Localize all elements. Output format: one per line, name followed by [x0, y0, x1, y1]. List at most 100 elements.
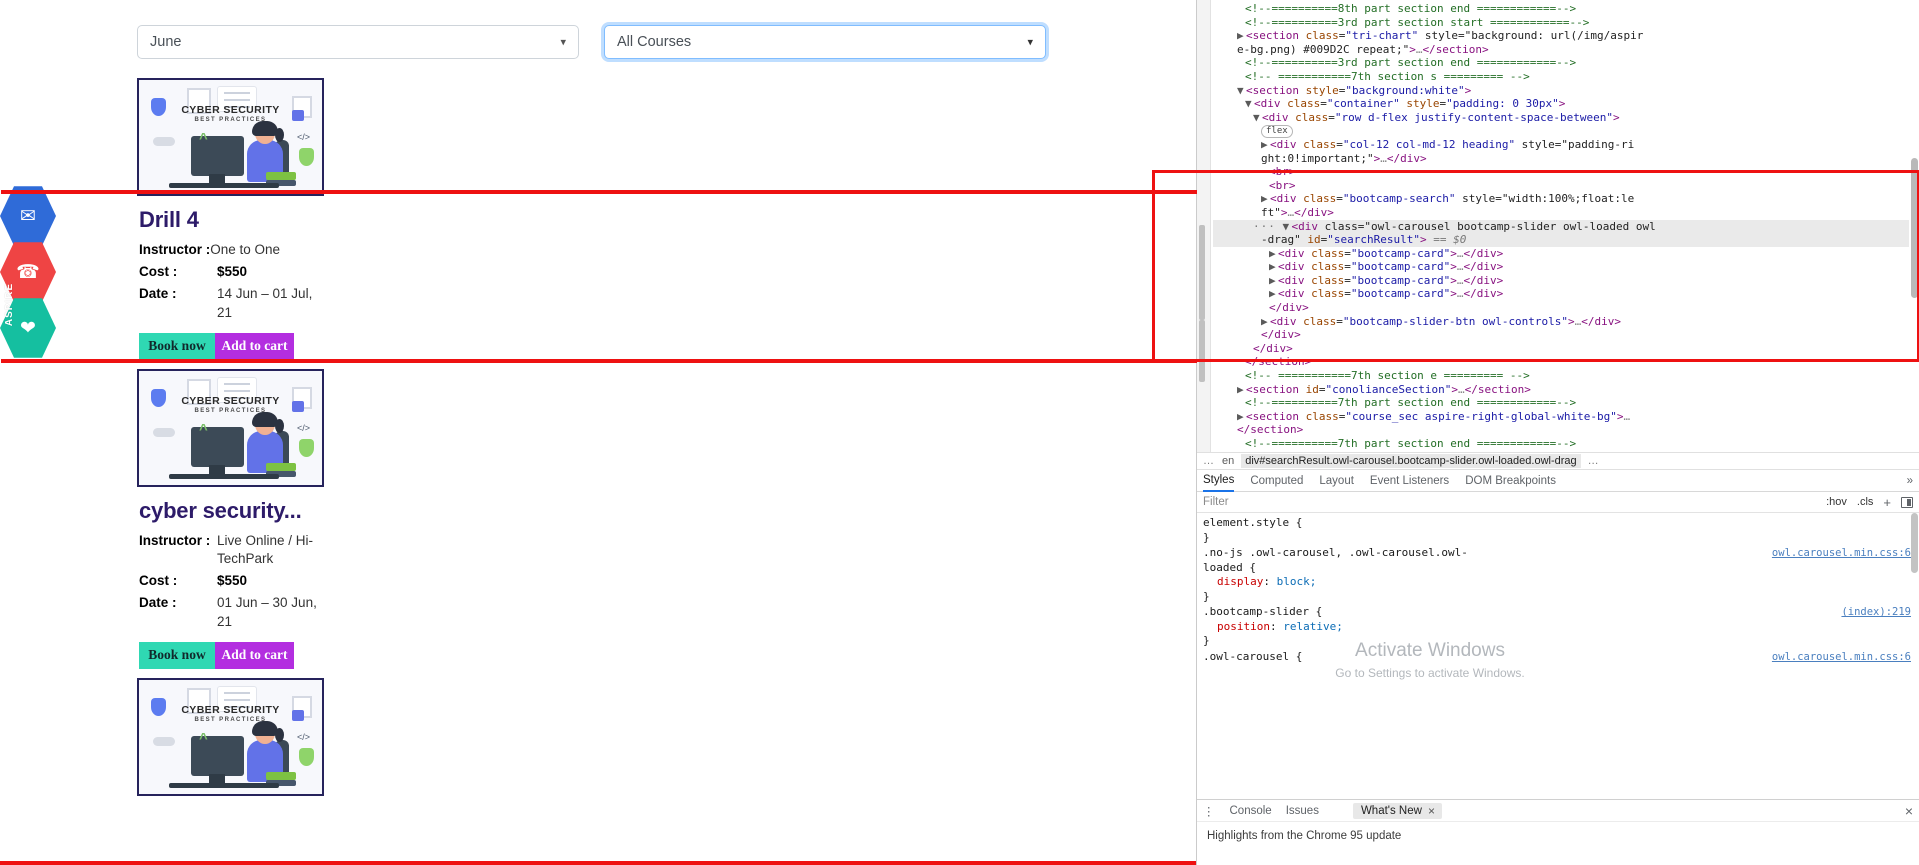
bootcamp-card[interactable]: CYBER SECURITY BEST PRACTICES </> ^ Dril… [137, 78, 324, 360]
declaration-property[interactable]: display [1203, 575, 1263, 588]
breadcrumb-item-active[interactable]: div#searchResult.owl-carousel.bootcamp-s… [1241, 454, 1581, 468]
tab-whats-new[interactable]: What's New × [1352, 802, 1442, 819]
dom-tree-line[interactable]: <!--==========3rd part section start ===… [1213, 16, 1909, 30]
book-now-button[interactable]: Book now [139, 332, 215, 360]
dom-tree-line[interactable]: </div> [1213, 301, 1909, 315]
drawer-menu-icon[interactable]: ⋮ [1203, 804, 1216, 818]
dom-tree-line[interactable]: <br> [1213, 165, 1909, 179]
breadcrumb-item-en[interactable]: en [1222, 455, 1234, 467]
expand-arrow-icon[interactable]: ▼ [1253, 111, 1262, 125]
expand-arrow-icon[interactable]: ▼ [1245, 97, 1254, 111]
dom-tree-line[interactable]: <!--==========3rd part section end =====… [1213, 56, 1909, 70]
dom-tree-line[interactable]: </section> [1213, 355, 1909, 369]
dom-tree-line[interactable]: ght:0!important;">…</div> [1213, 152, 1909, 166]
flex-badge[interactable]: flex [1261, 125, 1293, 139]
cls-toggle[interactable]: .cls [1857, 496, 1874, 508]
dom-tree-line[interactable]: ▶ <section class="course_sec aspire-right… [1213, 410, 1909, 424]
breadcrumb[interactable]: … en div#searchResult.owl-carousel.bootc… [1197, 452, 1919, 470]
tree-scrollbar[interactable] [1911, 0, 1918, 452]
dom-tree-line[interactable]: ··· ▼ <div class="owl-carousel bootcamp-s… [1213, 219, 1909, 234]
dom-tree-line[interactable]: ▶ <div class="bootcamp-card">…</div> [1213, 274, 1909, 288]
tab-issues[interactable]: Issues [1286, 805, 1319, 817]
expand-arrow-icon[interactable]: ▶ [1237, 29, 1246, 43]
styles-filter-bar[interactable]: Filter :hov .cls + [1197, 492, 1919, 513]
dom-tree-line[interactable]: <br> [1213, 179, 1909, 193]
expand-arrow-icon[interactable]: ▶ [1237, 383, 1246, 397]
expand-arrow-icon[interactable]: ▶ [1269, 260, 1278, 274]
dom-tree-line[interactable]: </section> [1213, 423, 1909, 437]
add-to-cart-button[interactable]: Add to cart [215, 332, 294, 360]
dom-tree-line[interactable]: ▼ <section style="background:white"> [1213, 84, 1909, 98]
style-rule[interactable]: (index):219 .bootcamp-slider { position:… [1203, 605, 1913, 649]
dom-tree-line[interactable]: ▶ <div class="bootcamp-search" style="wid… [1213, 192, 1909, 206]
bootcamp-card[interactable]: CYBER SECURITY BEST PRACTICES </> ^ [137, 677, 324, 796]
dom-tree-line[interactable]: ▼ <div class="row d-flex justify-content-… [1213, 111, 1909, 125]
rule-selector[interactable]: element.style { [1203, 516, 1913, 531]
dom-tree-line[interactable]: ▶ <div class="bootcamp-slider-btn owl-con… [1213, 315, 1909, 329]
badge-ellipsis-icon[interactable]: ··· [1253, 220, 1276, 233]
declaration-value[interactable]: block; [1277, 575, 1317, 588]
dom-tree-line[interactable]: <!--==========7th part section end =====… [1213, 437, 1909, 451]
tab-computed[interactable]: Computed [1250, 475, 1303, 487]
new-style-rule-icon[interactable]: + [1883, 495, 1891, 510]
style-rule[interactable]: owl.carousel.min.css:6 .no-js .owl-carou… [1203, 546, 1913, 604]
rule-source-link[interactable]: owl.carousel.min.css:6 [1772, 546, 1911, 561]
style-rule[interactable]: element.style { } [1203, 516, 1913, 545]
dom-tree-line[interactable]: ▶ <div class="col-12 col-md-12 heading" s… [1213, 138, 1909, 152]
expand-arrow-icon[interactable]: ▶ [1269, 287, 1278, 301]
close-icon[interactable]: × [1428, 804, 1435, 818]
dom-tree-line[interactable]: ▶ <section class="tri-chart" style="backg… [1213, 29, 1909, 43]
dom-tree-line[interactable]: ▶ <div class="bootcamp-card">…</div> [1213, 287, 1909, 301]
expand-arrow-icon[interactable]: ▼ [1237, 84, 1246, 98]
declaration[interactable]: display: block; [1203, 575, 1913, 590]
breadcrumb-trail-more[interactable]: … [1588, 455, 1600, 467]
dom-tree-line[interactable]: <!--==========8th part section end =====… [1213, 2, 1909, 16]
scrollbar-thumb[interactable] [1911, 158, 1918, 298]
styles-rules-list[interactable]: element.style { } owl.carousel.min.css:6… [1197, 513, 1919, 765]
elements-tree[interactable]: <!--==========8th part section end =====… [1197, 0, 1919, 452]
styles-filter-input[interactable]: Filter [1203, 496, 1816, 508]
mail-icon-button[interactable]: ✉ [0, 185, 56, 247]
dom-tree-line[interactable]: ▶ <div class="bootcamp-card">…</div> [1213, 247, 1909, 261]
tab-dom-breakpoints[interactable]: DOM Breakpoints [1465, 475, 1556, 487]
tab-layout[interactable]: Layout [1319, 475, 1354, 487]
book-now-button[interactable]: Book now [139, 641, 215, 669]
styles-scrollbar[interactable] [1911, 513, 1918, 573]
style-rule[interactable]: owl.carousel.min.css:6 .owl-carousel { [1203, 650, 1913, 665]
dom-tree-line[interactable]: <!-- ===========7th section e ========= … [1213, 369, 1909, 383]
dom-tree-line[interactable]: -drag" id="searchResult"> == $0 [1213, 233, 1909, 247]
drawer-tab-bar[interactable]: ⋮ Console Issues What's New × × [1197, 800, 1919, 822]
side-panel-icon[interactable] [1901, 496, 1913, 508]
drawer-close-icon[interactable]: × [1905, 803, 1913, 819]
hov-toggle[interactable]: :hov [1826, 496, 1847, 508]
dom-tree-line[interactable]: ft">…</div> [1213, 206, 1909, 220]
dom-tree-line[interactable]: <!--==========7th part section end =====… [1213, 396, 1909, 410]
breadcrumb-overflow-icon[interactable]: … [1203, 455, 1215, 467]
rule-source-link[interactable]: owl.carousel.min.css:6 [1772, 650, 1911, 665]
more-tabs-icon[interactable]: » [1907, 475, 1913, 487]
declaration-value[interactable]: relative; [1283, 620, 1343, 633]
expand-arrow-icon[interactable]: ▶ [1269, 274, 1278, 288]
styles-tab-bar[interactable]: Styles Computed Layout Event Listeners D… [1197, 470, 1919, 492]
expand-arrow-icon[interactable]: ▶ [1269, 247, 1278, 261]
expand-arrow-icon[interactable]: ▶ [1237, 410, 1246, 424]
rule-selector[interactable]: .bootcamp-slider { [1203, 605, 1913, 620]
tab-console[interactable]: Console [1230, 805, 1272, 817]
dom-tree-line[interactable]: </div> [1213, 328, 1909, 342]
dom-tree-line[interactable]: flex [1213, 124, 1909, 139]
declaration[interactable]: position: relative; [1203, 620, 1913, 635]
dom-tree-line[interactable]: <!-- ===========7th section s ========= … [1213, 70, 1909, 84]
tab-styles[interactable]: Styles [1203, 470, 1235, 492]
dom-tree-line[interactable]: ▶ <section id="conolianceSection">…</sect… [1213, 383, 1909, 397]
add-to-cart-button[interactable]: Add to cart [215, 641, 294, 669]
expand-arrow-icon[interactable]: ▶ [1261, 315, 1270, 329]
declaration-property[interactable]: position [1203, 620, 1270, 633]
course-select[interactable]: All Courses ▾ [604, 25, 1046, 59]
dom-tree-line[interactable]: ▶ <div class="bootcamp-card">…</div> [1213, 260, 1909, 274]
dom-tree-line[interactable]: </div> [1213, 342, 1909, 356]
month-select[interactable]: June ▾ [137, 25, 579, 59]
bootcamp-card[interactable]: CYBER SECURITY BEST PRACTICES </> ^ cybe… [137, 368, 324, 669]
rule-source-link[interactable]: (index):219 [1841, 605, 1911, 620]
expand-arrow-icon[interactable]: ▼ [1283, 220, 1292, 234]
dom-tree-line[interactable]: e-bg.png) #009D2C repeat;">…</section> [1213, 43, 1909, 57]
